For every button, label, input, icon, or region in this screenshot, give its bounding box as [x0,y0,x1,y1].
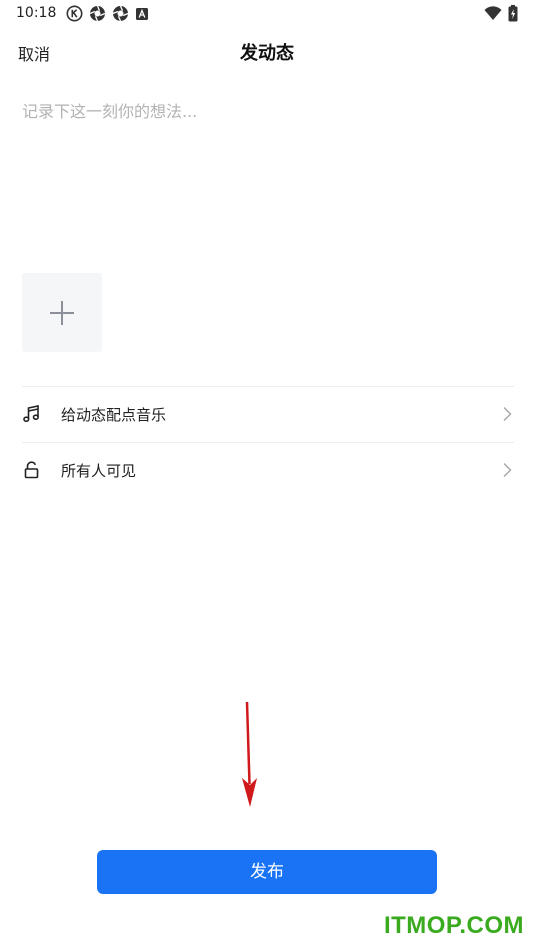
music-note-icon [22,404,42,428]
arrow-annotation [236,700,266,814]
add-media-button[interactable] [22,273,102,352]
unlock-icon [22,460,42,484]
a-box-icon [135,7,149,21]
watermark: ITMOP.COM [383,912,524,939]
chevron-right-icon [502,462,512,482]
wifi-icon [484,6,502,21]
status-icons-left [66,5,149,22]
k-circle-icon [66,5,83,22]
publish-button[interactable]: 发布 [97,850,437,894]
top-bar: 取消 发动态 [0,32,534,72]
aperture-icon [112,5,129,22]
status-bar: 10:18 [0,0,534,28]
chevron-right-icon [502,406,512,426]
post-text-input[interactable] [22,98,512,248]
add-music-label: 给动态配点音乐 [61,406,167,424]
visibility-row[interactable]: 所有人可见 [22,443,514,498]
page-title: 发动态 [240,43,294,64]
status-icons-right [484,5,518,22]
aperture-icon [89,5,106,22]
plus-icon [49,300,75,326]
battery-charging-icon [508,5,518,22]
visibility-label: 所有人可见 [61,462,137,480]
add-music-row[interactable]: 给动态配点音乐 [22,387,514,442]
status-time: 10:18 [16,5,57,21]
